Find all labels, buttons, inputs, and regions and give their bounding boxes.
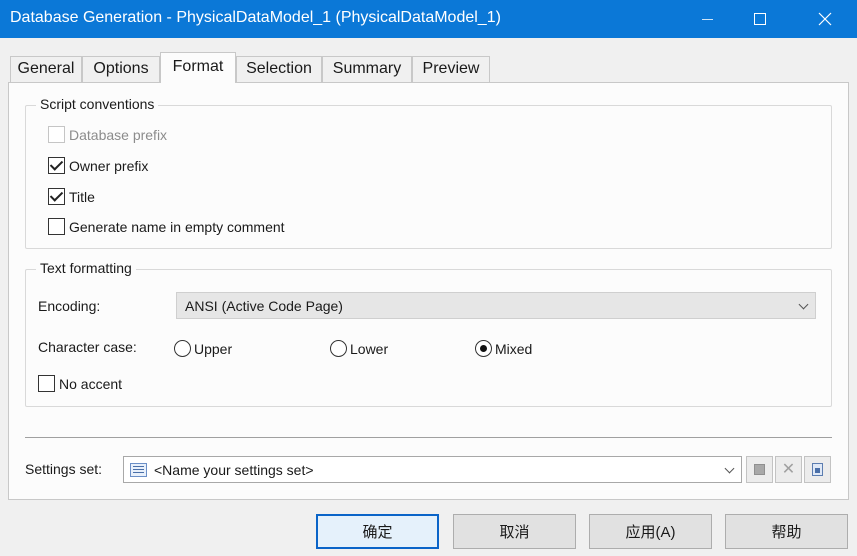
- settings-set-value: <Name your settings set>: [154, 461, 314, 478]
- chevron-down-icon: [798, 299, 809, 310]
- generate-name-checkbox[interactable]: Generate name in empty comment: [48, 218, 285, 235]
- format-panel: Script conventions Database prefix Owner…: [8, 82, 849, 500]
- settings-set-label: Settings set:: [25, 461, 103, 477]
- help-button[interactable]: 帮助: [725, 514, 848, 549]
- script-conventions-group: Script conventions Database prefix Owner…: [25, 96, 832, 249]
- case-upper-circle[interactable]: [174, 340, 191, 357]
- title-checkbox[interactable]: Title: [48, 188, 95, 205]
- case-upper-radio[interactable]: Upper: [174, 340, 232, 357]
- apply-button[interactable]: 应用(A): [589, 514, 712, 549]
- case-upper-label: Upper: [194, 340, 233, 357]
- save-settings-button[interactable]: [746, 456, 773, 483]
- case-lower-circle[interactable]: [330, 340, 347, 357]
- title-bar: Database Generation - PhysicalDataModel_…: [0, 0, 857, 38]
- new-settings-button[interactable]: [804, 456, 831, 483]
- owner-prefix-label: Owner prefix: [69, 157, 149, 174]
- database-prefix-box[interactable]: [48, 126, 65, 143]
- tab-summary[interactable]: Summary: [322, 56, 412, 82]
- encoding-select[interactable]: ANSI (Active Code Page): [176, 292, 816, 319]
- script-conventions-label: Script conventions: [36, 96, 159, 112]
- case-mixed-radio[interactable]: Mixed: [475, 340, 532, 357]
- close-icon: [818, 12, 832, 26]
- no-accent-checkbox[interactable]: No accent: [38, 375, 122, 392]
- cancel-button[interactable]: 取消: [453, 514, 576, 549]
- text-formatting-label: Text formatting: [36, 260, 136, 276]
- ok-button[interactable]: 确定: [316, 514, 439, 549]
- chevron-down-icon: [724, 463, 735, 474]
- save-icon: [754, 464, 765, 475]
- database-prefix-label: Database prefix: [69, 126, 168, 143]
- minimize-icon: [701, 18, 713, 20]
- generate-name-label: Generate name in empty comment: [69, 218, 285, 235]
- tab-format[interactable]: Format: [160, 52, 236, 83]
- close-button[interactable]: [802, 0, 848, 38]
- minimize-button[interactable]: [684, 0, 730, 38]
- settings-set-combo[interactable]: <Name your settings set>: [123, 456, 742, 483]
- no-accent-box[interactable]: [38, 375, 55, 392]
- tab-options[interactable]: Options: [82, 56, 160, 82]
- no-accent-label: No accent: [59, 375, 123, 392]
- tab-selection[interactable]: Selection: [236, 56, 322, 82]
- case-mixed-label: Mixed: [495, 340, 533, 357]
- window-title: Database Generation - PhysicalDataModel_…: [10, 9, 501, 26]
- encoding-value: ANSI (Active Code Page): [185, 297, 343, 314]
- divider: [25, 437, 832, 438]
- case-lower-label: Lower: [350, 340, 389, 357]
- delete-settings-button[interactable]: ✕: [775, 456, 802, 483]
- delete-icon: ✕: [781, 460, 796, 478]
- owner-prefix-checkbox[interactable]: Owner prefix: [48, 157, 148, 174]
- tab-general[interactable]: General: [10, 56, 82, 82]
- title-label: Title: [69, 188, 95, 205]
- document-icon: [812, 463, 823, 476]
- title-box[interactable]: [48, 188, 65, 205]
- list-icon: [130, 462, 147, 477]
- owner-prefix-box[interactable]: [48, 157, 65, 174]
- encoding-label: Encoding:: [38, 298, 101, 314]
- text-formatting-group: Text formatting Encoding: ANSI (Active C…: [25, 260, 832, 407]
- character-case-label: Character case:: [38, 339, 137, 355]
- tab-preview[interactable]: Preview: [412, 56, 490, 82]
- maximize-button[interactable]: [737, 0, 783, 38]
- generate-name-box[interactable]: [48, 218, 65, 235]
- maximize-icon: [754, 13, 766, 25]
- database-prefix-checkbox[interactable]: Database prefix: [48, 126, 167, 143]
- case-mixed-circle[interactable]: [475, 340, 492, 357]
- case-lower-radio[interactable]: Lower: [330, 340, 388, 357]
